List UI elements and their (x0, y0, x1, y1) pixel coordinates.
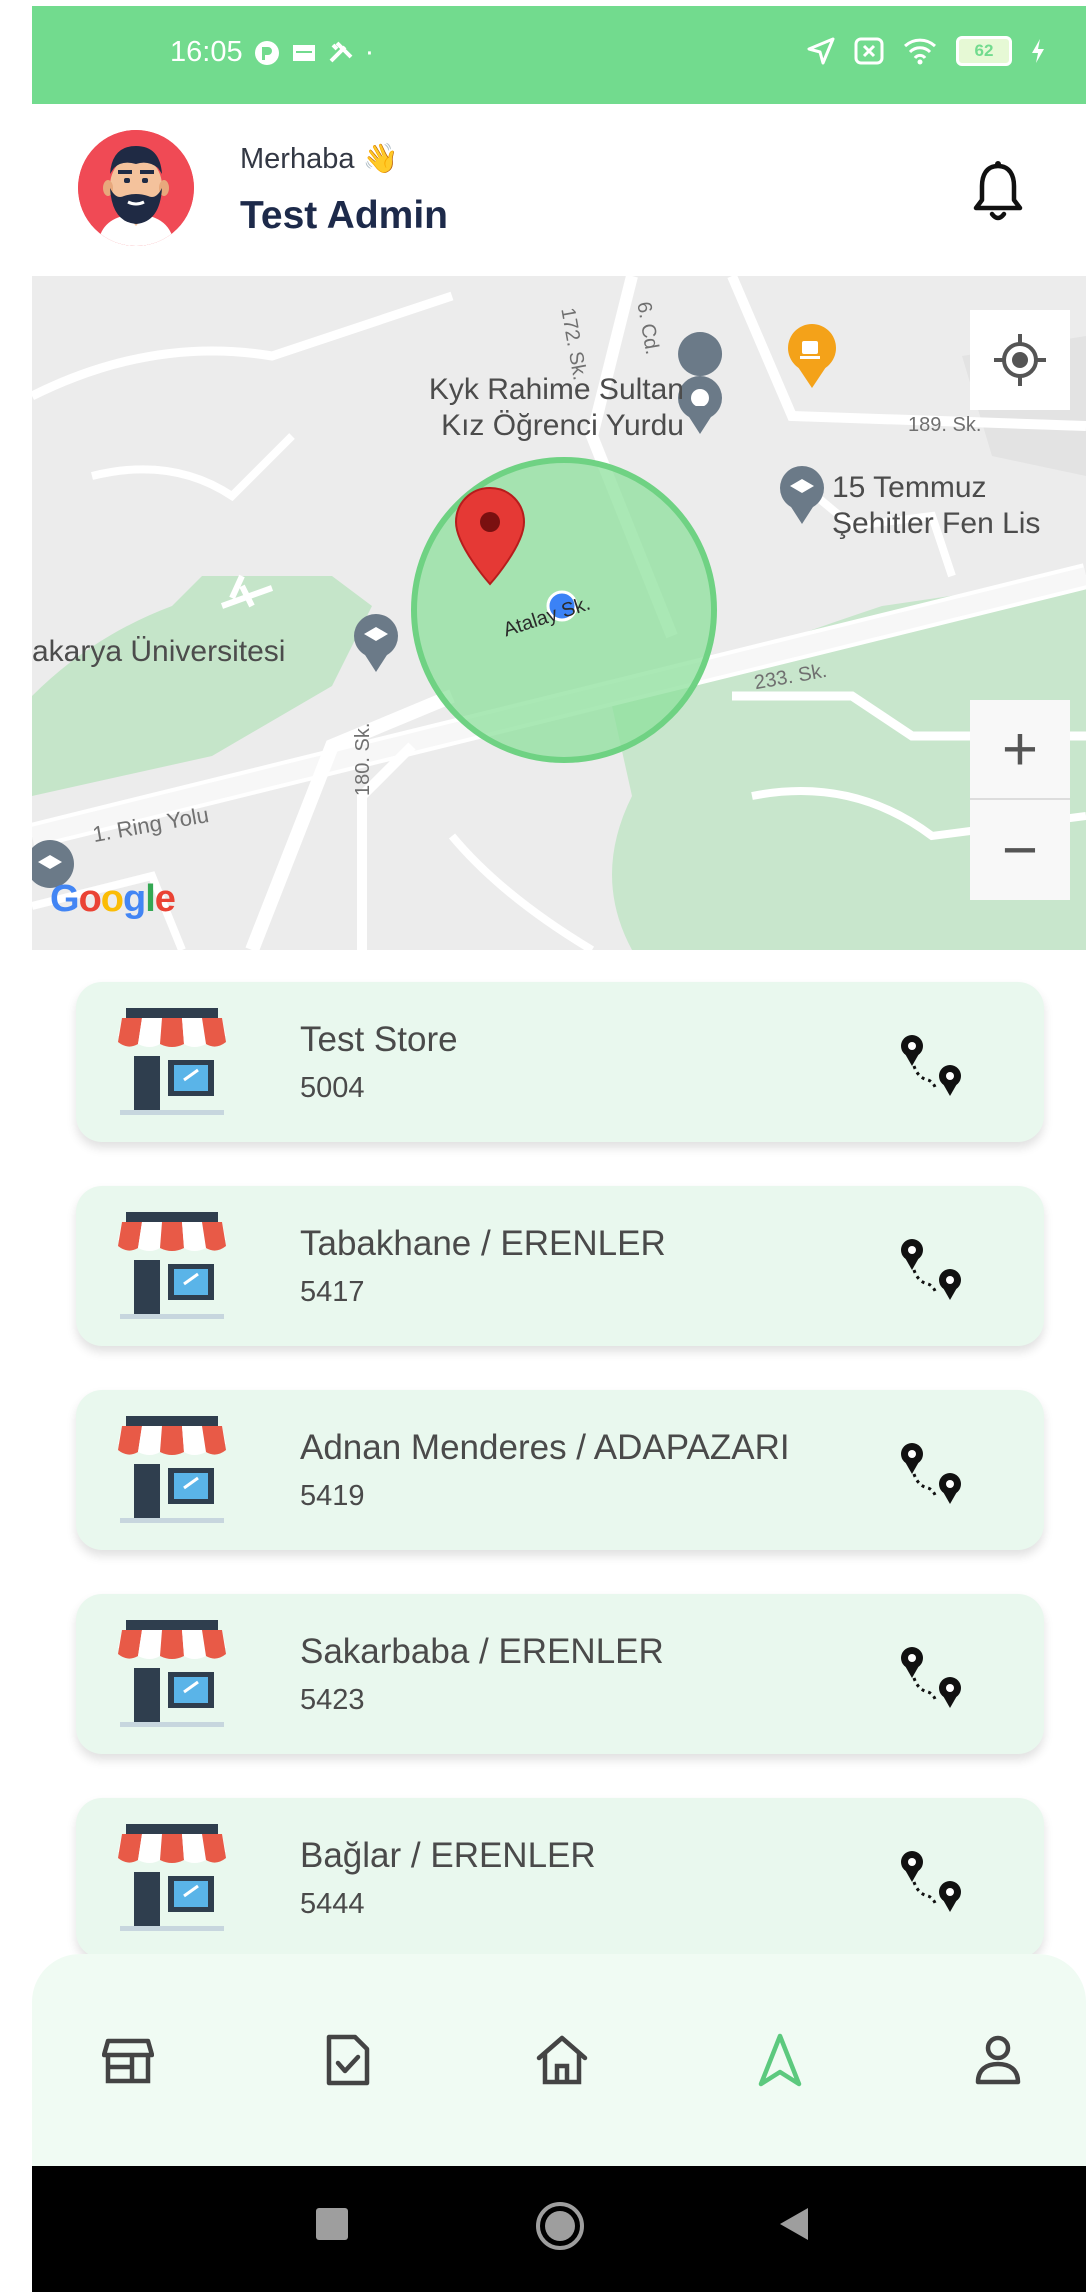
avatar[interactable] (78, 130, 194, 246)
map-view[interactable]: Kyk Rahime Sultan Kız Öğrenci Yurdu 15 T… (32, 276, 1086, 950)
user-name: Test Admin (240, 194, 449, 237)
charging-icon (1032, 39, 1044, 63)
directions-button[interactable] (896, 1440, 968, 1512)
directions-button[interactable] (896, 1236, 968, 1308)
my-location-button[interactable] (970, 310, 1070, 410)
notifications-button[interactable] (970, 160, 1026, 224)
store-code: 5423 (300, 1684, 365, 1716)
storefront-graphic (118, 1212, 226, 1319)
directions-button[interactable] (896, 1848, 968, 1920)
status-left: 16:05 · (170, 36, 374, 69)
zoom-out-button[interactable]: − (970, 800, 1070, 900)
map-place-label-university: akarya Üniversitesi (32, 635, 286, 668)
recents-icon[interactable] (312, 2204, 352, 2244)
nav-profile[interactable] (968, 2030, 1028, 2090)
store-name: Tabakhane / ERENLER (300, 1224, 666, 1263)
back-icon[interactable] (774, 2204, 814, 2244)
store-card[interactable]: Sakarbaba / ERENLER 5423 (76, 1594, 1044, 1754)
store-name: Bağlar / ERENLER (300, 1836, 596, 1875)
store-icon (102, 2038, 154, 2084)
tools-notification-icon (329, 41, 352, 62)
storefront-icon (116, 1416, 228, 1526)
route-icon (901, 1851, 961, 1912)
location-arrow-icon (807, 37, 835, 65)
store-code: 5417 (300, 1276, 365, 1308)
map-place-label-school: 15 Temmuz Şehitler Fen Lis (832, 471, 1041, 540)
profile-icon (975, 2035, 1021, 2085)
message-notification-icon (292, 44, 315, 61)
zoom-in-button[interactable]: + (970, 700, 1070, 800)
storefront-icon (116, 1212, 228, 1322)
waving-hand-icon: 👋 (362, 143, 399, 175)
bearded-man-avatar-icon (78, 130, 194, 246)
store-code: 5004 (300, 1072, 365, 1104)
store-code: 5444 (300, 1888, 365, 1920)
crosshair-icon (994, 334, 1046, 386)
store-name: Adnan Menderes / ADAPAZARI (300, 1428, 790, 1467)
status-bar: 16:05 · 62 (32, 6, 1086, 104)
home-button-icon[interactable] (534, 2200, 586, 2252)
navigation-icon (758, 2033, 802, 2087)
greeting-label: Merhaba (240, 143, 355, 175)
directions-button[interactable] (896, 1032, 968, 1104)
no-sim-icon (854, 37, 884, 65)
status-time: 16:05 (170, 36, 243, 68)
storefront-graphic (118, 1620, 226, 1727)
more-notifications-dot: · (364, 36, 375, 68)
storefront-graphic (118, 1824, 226, 1931)
nav-home[interactable] (532, 2030, 592, 2090)
home-icon (536, 2035, 588, 2085)
directions-button[interactable] (896, 1644, 968, 1716)
road-label-189: 189. Sk. (908, 414, 982, 436)
storefront-icon (116, 1824, 228, 1934)
map-place-label-dorm: Kyk Rahime Sultan Kız Öğrenci Yurdu (428, 373, 684, 442)
battery-indicator: 62 (956, 36, 1012, 66)
bell-icon (973, 161, 1023, 221)
greeting-text: Merhaba 👋 (240, 142, 399, 176)
store-card[interactable]: Adnan Menderes / ADAPAZARI 5419 (76, 1390, 1044, 1550)
storefront-graphic (118, 1008, 226, 1115)
google-logo: Google (50, 878, 176, 920)
store-list[interactable]: Test Store 5004 Tabakhane / ERENLER 5417 (32, 950, 1086, 1954)
store-name: Test Store (300, 1020, 458, 1059)
system-navigation-bar (32, 2166, 1086, 2292)
store-card[interactable]: Test Store 5004 (76, 982, 1044, 1142)
checklist-icon (326, 2034, 370, 2086)
route-icon (901, 1035, 961, 1096)
storefront-icon (116, 1620, 228, 1730)
storefront-icon (116, 1008, 228, 1118)
bottom-navigation (32, 1954, 1086, 2166)
store-card[interactable]: Tabakhane / ERENLER 5417 (76, 1186, 1044, 1346)
app-notification-icon (254, 40, 279, 65)
store-card[interactable]: Bağlar / ERENLER 5444 (76, 1798, 1044, 1954)
nav-navigation[interactable] (750, 2030, 810, 2090)
zoom-controls: + − (970, 700, 1070, 900)
nav-stores[interactable] (98, 2030, 158, 2090)
storefront-graphic (118, 1416, 226, 1523)
app-header: Merhaba 👋 Test Admin (32, 104, 1086, 276)
status-right: 62 (806, 36, 1046, 66)
store-name: Sakarbaba / ERENLER (300, 1632, 664, 1671)
route-icon (901, 1647, 961, 1708)
app-screen: 16:05 · 62 Merhaba 👋 Test Admin Kyk Rahi… (0, 0, 1086, 2292)
battery-level: 62 (974, 41, 994, 60)
route-icon (901, 1443, 961, 1504)
nav-tasks[interactable] (318, 2030, 378, 2090)
store-code: 5419 (300, 1480, 365, 1512)
screen-edge (0, 0, 32, 2292)
wifi-icon (903, 38, 937, 65)
road-label-180: 180. Sk. (352, 722, 374, 796)
route-icon (901, 1239, 961, 1300)
